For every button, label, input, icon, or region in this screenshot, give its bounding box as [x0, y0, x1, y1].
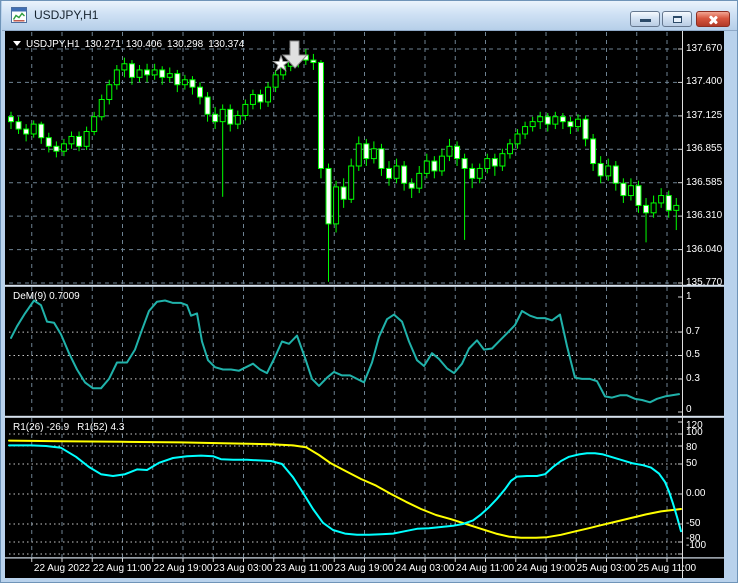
dem-axis-label: 0.7: [686, 326, 700, 337]
dem-axis-label: 0.3: [686, 373, 700, 384]
r1-axis-label: -50: [686, 518, 701, 529]
ohlc-header: USDJPY,H1 130.271 130.406 130.298 130.374: [13, 38, 249, 51]
price-axis-label: 137.670: [686, 43, 723, 54]
price-axis-label: 136.855: [686, 143, 723, 154]
price-axis-label: 136.585: [686, 177, 723, 188]
r1-axis-label: 50: [686, 458, 698, 469]
header-open: 130.271: [84, 39, 121, 50]
dem-axis-label: 1: [686, 291, 692, 302]
symbol-dropdown-icon[interactable]: [13, 41, 21, 46]
price-axis-label: 135.770: [686, 277, 723, 288]
header-close: 130.374: [208, 39, 245, 50]
header-high: 130.406: [125, 39, 163, 50]
r1-52-label: R1(52) 4.3: [77, 422, 125, 433]
dem-indicator-label: DeM(9) 0.7009: [13, 291, 80, 302]
dem-axis-label: 0.5: [686, 349, 700, 360]
r1-axis-label: -100: [686, 540, 707, 551]
header-low: 130.298: [167, 39, 204, 50]
r1-axis-label: 80: [686, 442, 698, 453]
r1-indicator-label: R1(26) -26.9 R1(52) 4.3: [13, 421, 132, 434]
price-axis-label: 137.125: [686, 110, 723, 121]
time-axis-label: 25 Aug 11:00: [637, 563, 697, 574]
price-axis-label: 136.310: [686, 210, 723, 221]
r1-26-label: R1(26) -26.9: [13, 422, 70, 433]
chart-canvas[interactable]: [1, 1, 738, 583]
dem-axis-label: 0: [686, 404, 692, 415]
chart-window: USDJPY,H1 USDJPY,H1 130.271 130.406 130.298…: [0, 0, 738, 583]
price-axis-label: 136.040: [686, 244, 723, 255]
r1-axis-label: 0.00: [686, 488, 706, 499]
r1-axis-label: 100: [686, 427, 703, 438]
price-axis-label: 137.400: [686, 76, 723, 87]
header-symbol: USDJPY,H1: [26, 39, 80, 50]
